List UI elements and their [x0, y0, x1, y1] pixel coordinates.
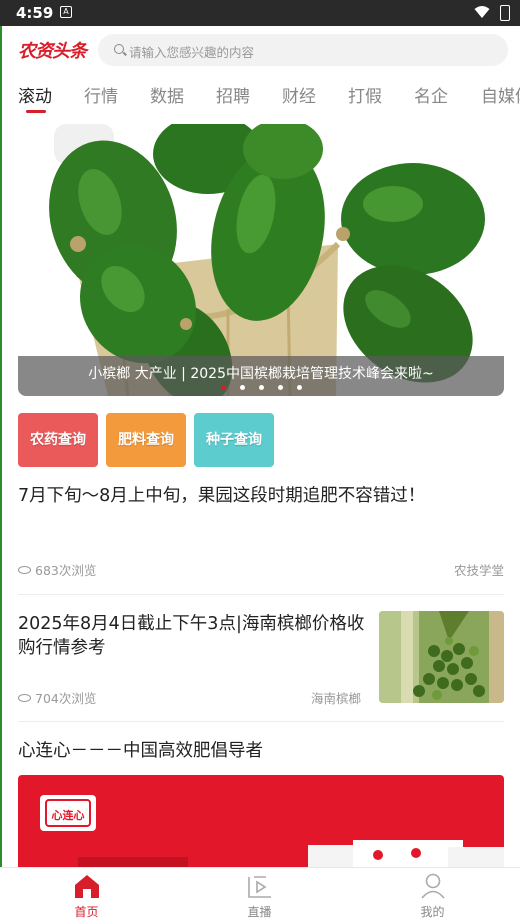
- article-source[interactable]: 农技学堂: [454, 560, 504, 579]
- app-header: 农资头条 请输入您感兴趣的内容: [0, 26, 520, 74]
- edge-line: [0, 26, 2, 921]
- carousel-dot-2[interactable]: [240, 385, 245, 390]
- status-bar: 4:59 A: [0, 0, 520, 26]
- nav-profile[interactable]: 我的: [346, 868, 519, 921]
- betel-nut-photo: [379, 611, 504, 703]
- tab-data[interactable]: 数据: [150, 82, 184, 107]
- nav-live-label: 直播: [247, 905, 272, 919]
- article-views: 704次浏览: [18, 688, 96, 707]
- home-icon: [75, 875, 99, 898]
- profile-icon: [421, 873, 445, 899]
- eye-icon: [18, 566, 31, 574]
- article-title[interactable]: 7月下旬～8月上中旬，果园这段时期追肥不容错过！: [18, 484, 504, 508]
- app-logo[interactable]: 农资头条: [18, 37, 87, 63]
- nav-home[interactable]: 首页: [0, 868, 173, 921]
- views-count: 704次浏览: [35, 691, 97, 706]
- carousel-dot-3[interactable]: [259, 385, 264, 390]
- tab-market[interactable]: 行情: [84, 82, 118, 107]
- live-icon: [248, 876, 271, 898]
- wifi-icon: [474, 6, 490, 18]
- pesticide-query-button[interactable]: 农药查询: [18, 413, 98, 467]
- nav-live[interactable]: 直播: [173, 868, 346, 921]
- divider: [18, 594, 504, 595]
- article-title[interactable]: 2025年8月4日截止下午3点|海南槟榔价格收购行情参考: [18, 612, 368, 660]
- ad-image: 心连心: [40, 795, 504, 870]
- divider: [18, 721, 504, 722]
- article-views: 683次浏览: [18, 560, 96, 579]
- notification-icon: A: [60, 6, 72, 18]
- category-tabs: 滚动 行情 数据 招聘 财经 打假 名企 自媒体: [0, 78, 520, 114]
- bottom-nav: 首页 直播 我的: [0, 867, 520, 921]
- tab-companies[interactable]: 名企: [414, 82, 448, 107]
- search-bar[interactable]: 请输入您感兴趣的内容: [98, 34, 508, 66]
- ad-banner[interactable]: 心连心: [18, 775, 504, 870]
- views-count: 683次浏览: [35, 563, 97, 578]
- tab-scroll[interactable]: 滚动: [18, 82, 52, 107]
- carousel-dot-4[interactable]: [278, 385, 283, 390]
- ad-brand: 心连心: [52, 808, 85, 822]
- seed-query-button[interactable]: 种子查询: [194, 413, 274, 467]
- carousel-indicator: [0, 385, 520, 393]
- tab-self-media[interactable]: 自媒体: [481, 82, 520, 107]
- article-source[interactable]: 海南槟榔: [311, 688, 361, 707]
- battery-icon: [500, 5, 510, 21]
- eye-icon: [18, 694, 31, 702]
- search-icon: [114, 44, 124, 54]
- active-tab-indicator: [26, 110, 46, 113]
- nav-profile-label: 我的: [420, 905, 445, 919]
- banner-carousel[interactable]: 小槟榔 大产业 | 2025中国槟榔栽培管理技术峰会来啦~: [18, 124, 504, 396]
- fertilizer-query-button[interactable]: 肥料查询: [106, 413, 186, 467]
- tab-jobs[interactable]: 招聘: [216, 82, 250, 107]
- carousel-dot-5[interactable]: [297, 385, 302, 390]
- article-thumbnail[interactable]: [379, 611, 504, 703]
- carousel-dot-1[interactable]: [221, 385, 226, 390]
- status-time: 4:59: [16, 4, 54, 22]
- tab-anti-fake[interactable]: 打假: [348, 82, 382, 107]
- article-title[interactable]: 心连心－－－中国高效肥倡导者: [18, 739, 504, 763]
- nav-home-label: 首页: [74, 905, 99, 919]
- tab-finance[interactable]: 财经: [282, 82, 316, 107]
- search-placeholder: 请输入您感兴趣的内容: [129, 45, 255, 60]
